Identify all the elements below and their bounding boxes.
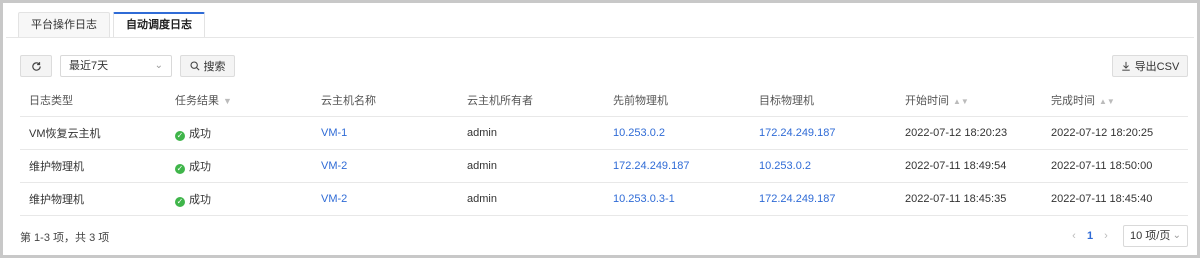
search-icon [189,61,200,71]
table-footer: 第 1-3 项，共 3 项 ‹ 1 › 10 项/页 ⌄ [20,225,1188,247]
table-row: 维护物理机 ✓ 成功 VM-2 admin 10.253.0.3-1 172.24… [20,182,1188,216]
success-icon: ✓ [175,163,185,174]
success-icon: ✓ [175,130,185,141]
cell-end-time: 2022-07-11 18:50:00 [1042,149,1188,183]
cell-result: ✓ 成功 [166,182,312,216]
success-icon: ✓ [175,196,185,207]
schedule-log-table: 日志类型 任务结果 ▼ 云主机名称 云主机所有者 先前物理机 目标物理机 开始时间… [20,85,1188,216]
cell-owner: admin [458,149,604,183]
cell-start-time: 2022-07-11 18:49:54 [896,149,1042,183]
refresh-button[interactable] [20,55,52,77]
cell-owner: admin [458,182,604,216]
time-range-select[interactable]: 最近7天 ⌄ [60,55,172,77]
page-size-select[interactable]: 10 项/页 ⌄ [1123,225,1188,247]
cell-target-host-link[interactable]: 172.24.249.187 [750,182,896,216]
pagination: ‹ 1 › 10 项/页 ⌄ [1065,225,1188,247]
export-label: 导出CSV [1134,61,1180,73]
cell-vm-link[interactable]: VM-2 [312,149,458,183]
pagination-summary: 第 1-3 项，共 3 项 [20,232,110,244]
cell-log-type: VM恢复云主机 [20,116,166,150]
header-vm-name: 云主机名称 [312,85,458,117]
header-end-time[interactable]: 完成时间 ▲▼ [1042,85,1188,117]
header-target-host: 目标物理机 [750,85,896,117]
header-log-type: 日志类型 [20,85,166,117]
time-range-value: 最近7天 [69,60,109,72]
sort-icon[interactable]: ▲▼ [953,97,969,106]
cell-start-time: 2022-07-11 18:45:35 [896,182,1042,216]
table-row: 维护物理机 ✓ 成功 VM-2 admin 172.24.249.187 10.2… [20,149,1188,183]
header-prev-host: 先前物理机 [604,85,750,117]
filter-icon[interactable]: ▼ [223,96,232,106]
sort-icon[interactable]: ▲▼ [1099,97,1115,106]
prev-page-icon[interactable]: ‹ [1065,230,1083,242]
refresh-icon [31,61,41,71]
next-page-icon[interactable]: › [1097,230,1115,242]
tab-divider [6,37,1194,38]
cell-log-type: 维护物理机 [20,182,166,216]
current-page[interactable]: 1 [1083,230,1097,242]
search-label: 搜索 [203,61,226,73]
tab-platform-log[interactable]: 平台操作日志 [18,12,110,38]
cell-prev-host-link[interactable]: 10.253.0.2 [604,116,750,150]
export-csv-button[interactable]: 导出CSV [1112,55,1188,77]
window-frame: 平台操作日志 自动调度日志 最近7天 ⌄ 搜索 导出CSV 日志类型 任务结果 … [0,0,1200,258]
cell-result: ✓ 成功 [166,149,312,183]
tab-bar: 平台操作日志 自动调度日志 [18,12,208,38]
cell-prev-host-link[interactable]: 172.24.249.187 [604,149,750,183]
table-row: VM恢复云主机 ✓ 成功 VM-1 admin 10.253.0.2 172.24… [20,116,1188,150]
cell-owner: admin [458,116,604,150]
header-start-time[interactable]: 开始时间 ▲▼ [896,85,1042,117]
cell-vm-link[interactable]: VM-1 [312,116,458,150]
header-task-result[interactable]: 任务结果 ▼ [166,85,312,117]
cell-start-time: 2022-07-12 18:20:23 [896,116,1042,150]
table-header-row: 日志类型 任务结果 ▼ 云主机名称 云主机所有者 先前物理机 目标物理机 开始时间… [20,85,1188,117]
cell-end-time: 2022-07-12 18:20:25 [1042,116,1188,150]
download-icon [1121,61,1130,71]
cell-target-host-link[interactable]: 10.253.0.2 [750,149,896,183]
toolbar: 最近7天 ⌄ 搜索 导出CSV [20,55,1188,77]
search-button[interactable]: 搜索 [180,55,235,77]
cell-prev-host-link[interactable]: 10.253.0.3-1 [604,182,750,216]
cell-end-time: 2022-07-11 18:45:40 [1042,182,1188,216]
chevron-down-icon: ⌄ [1172,230,1181,241]
cell-target-host-link[interactable]: 172.24.249.187 [750,116,896,150]
page-size-value: 10 项/页 [1130,230,1171,242]
chevron-down-icon: ⌄ [154,60,163,71]
cell-vm-link[interactable]: VM-2 [312,182,458,216]
header-vm-owner: 云主机所有者 [458,85,604,117]
cell-log-type: 维护物理机 [20,149,166,183]
cell-result: ✓ 成功 [166,116,312,150]
tab-auto-schedule-log[interactable]: 自动调度日志 [113,12,205,38]
